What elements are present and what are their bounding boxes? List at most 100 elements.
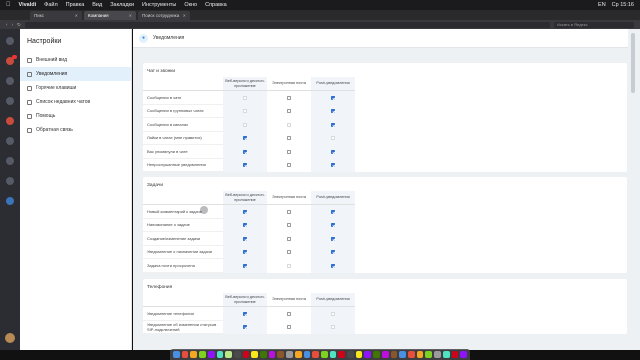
menu-help[interactable]: Справка bbox=[205, 2, 227, 8]
dock-app-icon[interactable] bbox=[373, 351, 380, 358]
scrollbar[interactable] bbox=[628, 29, 640, 350]
dock-app-icon[interactable] bbox=[207, 351, 215, 358]
browser-tab-active[interactable]: Компания ✕ bbox=[84, 11, 136, 20]
checkbox-checked[interactable] bbox=[331, 95, 335, 100]
menu-edit[interactable]: Правка bbox=[66, 2, 85, 8]
checkbox-checked[interactable] bbox=[243, 236, 247, 241]
checkbox-unchecked[interactable] bbox=[287, 149, 291, 154]
menu-bookmarks[interactable]: Закладки bbox=[110, 2, 134, 8]
notifications-icon[interactable] bbox=[6, 55, 17, 65]
dock-app-icon[interactable] bbox=[390, 351, 398, 358]
dock-app-icon[interactable] bbox=[242, 351, 250, 358]
dock-app-icon[interactable] bbox=[347, 351, 354, 358]
checkbox-checked[interactable] bbox=[243, 163, 247, 168]
dock-app-icon[interactable] bbox=[399, 351, 406, 358]
dock-app-icon[interactable] bbox=[216, 351, 224, 358]
checkbox-unchecked[interactable] bbox=[287, 325, 291, 330]
checkbox-checked[interactable] bbox=[331, 122, 335, 127]
checkbox-checked[interactable] bbox=[331, 149, 335, 154]
checkbox-checked[interactable] bbox=[243, 250, 247, 255]
calendar-icon[interactable] bbox=[6, 97, 14, 105]
dock-app-icon[interactable] bbox=[181, 351, 189, 358]
checkbox-unchecked[interactable] bbox=[287, 250, 291, 255]
close-icon[interactable]: ✕ bbox=[183, 13, 186, 18]
checkbox-checked[interactable] bbox=[331, 236, 335, 241]
checkbox-unchecked[interactable] bbox=[287, 136, 291, 141]
apple-icon[interactable]:  bbox=[6, 2, 11, 8]
settings-item[interactable]: Внешний вид bbox=[20, 53, 131, 67]
dock-app-icon[interactable] bbox=[425, 351, 433, 358]
checkbox-checked[interactable] bbox=[331, 263, 335, 268]
calls-icon[interactable] bbox=[6, 117, 14, 125]
dock-app-icon[interactable] bbox=[364, 351, 372, 358]
browser-tab[interactable]: Поиск сотрудника ✕ bbox=[138, 11, 190, 20]
dock-app-icon[interactable] bbox=[355, 351, 363, 358]
checkbox-checked[interactable] bbox=[243, 209, 247, 214]
checkbox-unchecked[interactable] bbox=[287, 209, 291, 214]
checkbox-unchecked[interactable] bbox=[287, 311, 291, 316]
settings-item[interactable]: Уведомления bbox=[20, 67, 131, 81]
back-icon[interactable]: ‹ bbox=[6, 22, 8, 27]
checkbox-unchecked[interactable] bbox=[287, 223, 291, 228]
dock-app-icon[interactable] bbox=[460, 351, 467, 358]
dock-app-icon[interactable] bbox=[199, 351, 206, 358]
address-input[interactable] bbox=[24, 21, 550, 28]
menu-window[interactable]: Окно bbox=[184, 2, 197, 8]
scrollbar-thumb[interactable] bbox=[631, 33, 635, 93]
dock-app-icon[interactable] bbox=[434, 351, 441, 358]
checkbox-checked[interactable] bbox=[243, 149, 247, 154]
dock-app-icon[interactable] bbox=[173, 351, 180, 358]
dock-app-icon[interactable] bbox=[268, 351, 276, 358]
settings-item[interactable]: Список недавних чатов bbox=[20, 95, 131, 109]
dock-app-icon[interactable] bbox=[442, 351, 450, 358]
dock-app-icon[interactable] bbox=[190, 351, 198, 358]
checkbox-checked[interactable] bbox=[243, 311, 247, 316]
checkbox-checked[interactable] bbox=[331, 223, 335, 228]
dock-app-icon[interactable] bbox=[233, 351, 241, 358]
apps-icon[interactable] bbox=[6, 177, 14, 185]
checkbox-checked[interactable] bbox=[331, 250, 335, 255]
dock-app-icon[interactable] bbox=[251, 351, 259, 358]
checkbox-unchecked[interactable] bbox=[287, 109, 291, 114]
forward-icon[interactable]: › bbox=[12, 22, 14, 27]
dock-app-icon[interactable] bbox=[312, 351, 319, 358]
checkbox-unchecked[interactable] bbox=[287, 95, 291, 100]
search-input[interactable]: Искать в Яндекс bbox=[554, 21, 634, 28]
dock-app-icon[interactable] bbox=[381, 351, 389, 358]
dock-app-icon[interactable] bbox=[260, 351, 267, 358]
close-icon[interactable]: ✕ bbox=[129, 13, 132, 18]
browser-tab[interactable]: Пикс ✕ bbox=[30, 11, 82, 20]
checkbox-checked[interactable] bbox=[243, 263, 247, 268]
settings-item[interactable]: Обратная связь bbox=[20, 123, 131, 137]
checkbox-checked[interactable] bbox=[243, 325, 247, 330]
contacts-icon[interactable] bbox=[6, 137, 14, 145]
checkbox-checked[interactable] bbox=[331, 109, 335, 114]
menu-view[interactable]: Вид bbox=[92, 2, 102, 8]
dock-app-icon[interactable] bbox=[451, 351, 459, 358]
dock-app-icon[interactable] bbox=[277, 351, 285, 358]
settings-item[interactable]: Горячие клавиши bbox=[20, 81, 131, 95]
checkbox-checked[interactable] bbox=[243, 223, 247, 228]
avatar[interactable] bbox=[5, 333, 15, 343]
dock-app-icon[interactable] bbox=[338, 351, 346, 358]
docs-icon[interactable] bbox=[6, 157, 14, 165]
dock-app-icon[interactable] bbox=[303, 351, 311, 358]
chat-icon[interactable] bbox=[6, 37, 14, 45]
checkbox-checked[interactable] bbox=[331, 163, 335, 168]
checkbox-checked[interactable] bbox=[331, 209, 335, 214]
close-icon[interactable]: ✕ bbox=[75, 13, 78, 18]
dock-app-icon[interactable] bbox=[294, 351, 302, 358]
checkbox-unchecked[interactable] bbox=[287, 236, 291, 241]
dock-app-icon[interactable] bbox=[416, 351, 424, 358]
input-language[interactable]: EN bbox=[598, 2, 606, 8]
dock-app-icon[interactable] bbox=[320, 351, 328, 358]
checkbox-checked[interactable] bbox=[243, 136, 247, 141]
settings-item[interactable]: Помощь bbox=[20, 109, 131, 123]
menu-tools[interactable]: Инструменты bbox=[142, 2, 176, 8]
menu-file[interactable]: Файл bbox=[44, 2, 58, 8]
reload-icon[interactable]: ↻ bbox=[17, 22, 21, 28]
tasks-icon[interactable] bbox=[6, 77, 14, 85]
menu-app-name[interactable]: Vivaldi bbox=[19, 2, 37, 8]
dock-app-icon[interactable] bbox=[329, 351, 337, 358]
dock-app-icon[interactable] bbox=[286, 351, 293, 358]
